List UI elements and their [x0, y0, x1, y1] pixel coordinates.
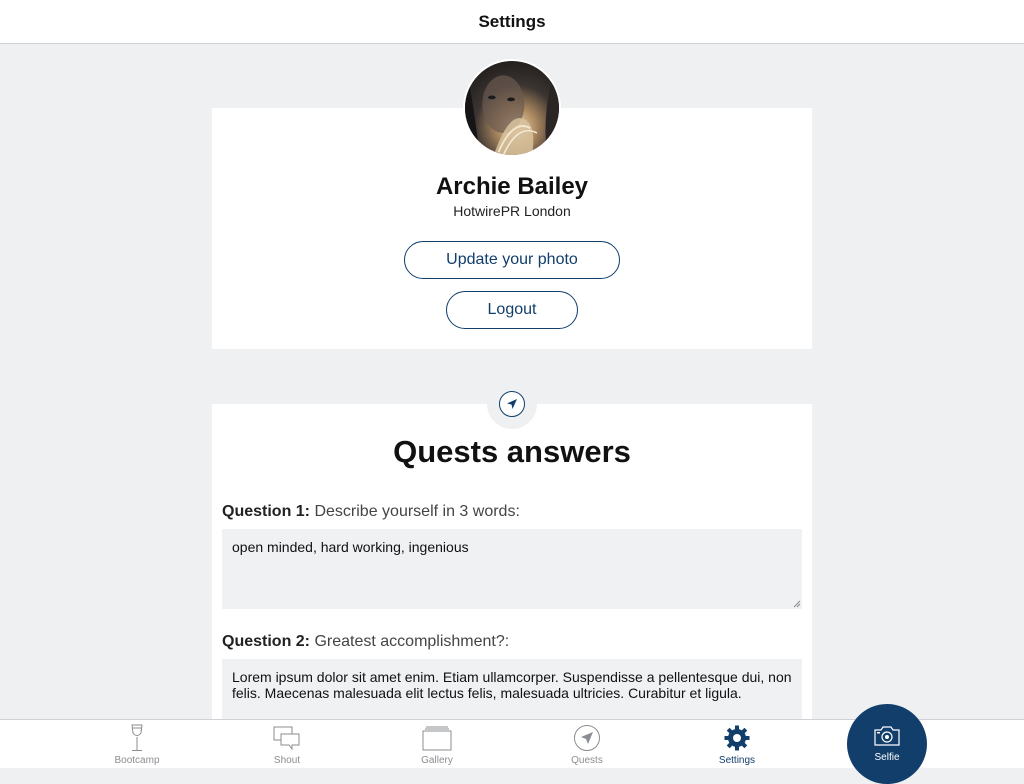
tab-settings-label: Settings: [718, 755, 756, 766]
user-company: HotwirePR London: [453, 203, 571, 219]
avatar: [463, 59, 561, 157]
question-1: Question 1: Describe yourself in 3 words…: [222, 503, 520, 521]
update-photo-button[interactable]: Update your photo: [404, 241, 620, 279]
tab-selfie[interactable]: Selfie: [847, 704, 927, 784]
avatar-photo: [465, 61, 559, 155]
tab-settings[interactable]: Settings: [677, 720, 797, 769]
wine-glass-icon: [131, 724, 143, 751]
quests-title: Quests answers: [393, 434, 631, 469]
top-navigation-bar: Settings: [0, 0, 1024, 44]
user-name: Archie Bailey: [435, 173, 589, 200]
gear-icon: [724, 725, 750, 751]
question-1-label: Question 1:: [222, 503, 311, 520]
compass-icon: [574, 725, 600, 751]
question-2-label: Question 2:: [222, 633, 311, 650]
camera-icon: [874, 726, 900, 746]
answer-2-text: Lorem ipsum dolor sit amet enim. Etiam u…: [232, 669, 792, 701]
tab-gallery[interactable]: Gallery: [377, 720, 497, 769]
tab-shout[interactable]: Shout: [227, 720, 347, 769]
tab-bootcamp[interactable]: Bootcamp: [77, 720, 197, 769]
logout-button[interactable]: Logout: [446, 291, 578, 329]
page-title: Settings: [478, 11, 546, 31]
answer-1-text: open minded, hard working, ingenious: [232, 539, 469, 555]
tab-quests-label: Quests: [571, 755, 603, 766]
compass-arrow-icon: [507, 399, 517, 409]
gallery-stack-icon: [422, 726, 452, 751]
tab-selfie-label: Selfie: [874, 752, 900, 763]
tab-quests[interactable]: Quests: [527, 720, 647, 769]
tab-shout-label: Shout: [273, 755, 301, 766]
chat-bubbles-icon: [273, 726, 300, 751]
question-2: Question 2: Greatest accomplishment?:: [222, 633, 509, 651]
question-1-text: Describe yourself in 3 words:: [314, 503, 520, 520]
question-2-text: Greatest accomplishment?:: [314, 633, 510, 650]
answer-1-textarea[interactable]: open minded, hard working, ingenious: [222, 529, 802, 609]
tab-bootcamp-label: Bootcamp: [114, 755, 160, 766]
resize-handle-icon[interactable]: [793, 600, 801, 608]
tab-gallery-label: Gallery: [421, 755, 453, 766]
quest-badge: [487, 379, 537, 429]
